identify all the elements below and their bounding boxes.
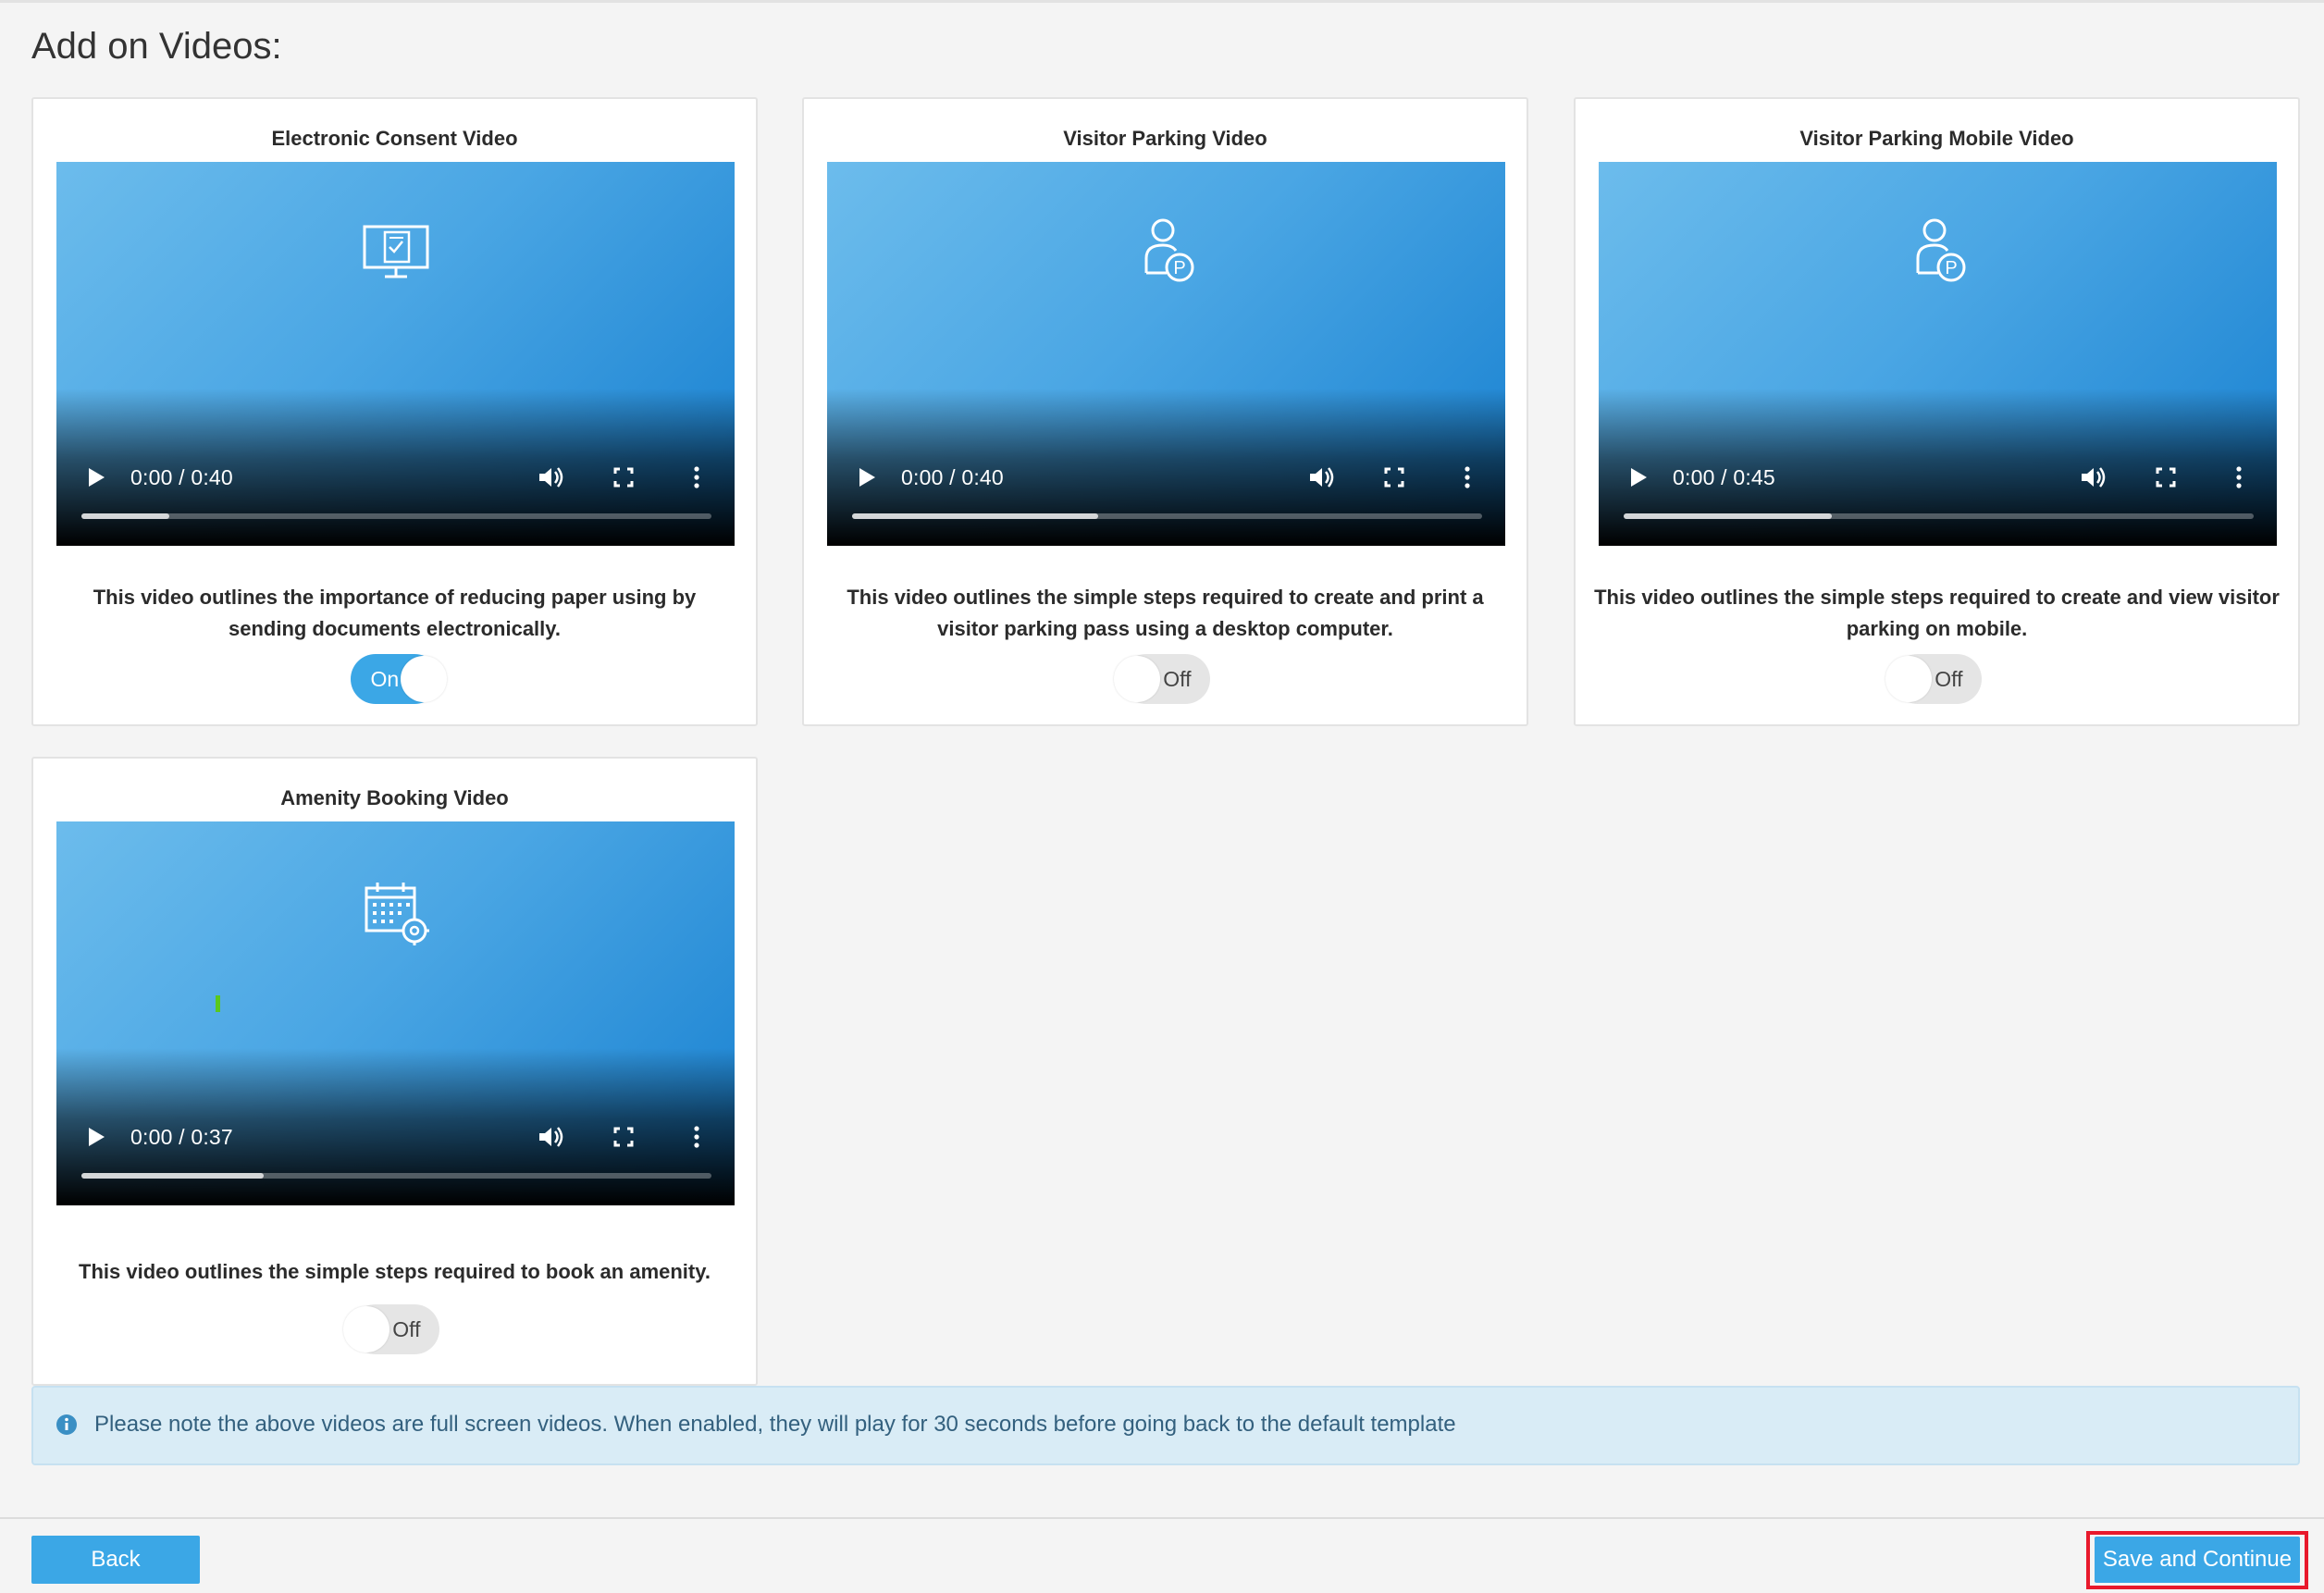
video-progress-bar[interactable] (1624, 513, 2254, 519)
video-player[interactable]: 0:00 / 0:40 (56, 162, 735, 546)
video-card-title: Visitor Parking Video (1063, 127, 1267, 150)
video-player[interactable]: P 0:00 / 0:40 (827, 162, 1505, 546)
video-toggle[interactable]: On (350, 654, 447, 704)
info-icon (56, 1414, 77, 1435)
video-player[interactable]: P 0:00 / 0:45 (1599, 162, 2277, 546)
svg-text:P: P (1945, 258, 1957, 278)
video-time: 0:00 / 0:45 (1673, 465, 1775, 489)
volume-icon[interactable] (534, 1120, 567, 1154)
video-description: This video outlines the simple steps req… (1594, 586, 2280, 640)
video-controls: 0:00 / 0:45 (1599, 444, 2277, 546)
fullscreen-icon[interactable] (2151, 463, 2181, 492)
video-card-title: Electronic Consent Video (271, 127, 518, 150)
note-text: Please note the above videos are full sc… (94, 1412, 1456, 1437)
video-toggle[interactable]: Off (342, 1304, 439, 1354)
video-time: 0:00 / 0:40 (130, 465, 233, 489)
more-options-icon[interactable] (682, 1122, 711, 1152)
play-icon[interactable] (80, 463, 110, 492)
video-controls: 0:00 / 0:37 (56, 1104, 735, 1205)
info-note: Please note the above videos are full sc… (31, 1386, 2300, 1465)
footer-divider (0, 1517, 2324, 1519)
back-button[interactable]: Back (31, 1536, 200, 1584)
video-progress-bar[interactable] (852, 513, 1482, 519)
video-controls: 0:00 / 0:40 (56, 444, 735, 546)
save-button-highlight: Save and Continue (2086, 1531, 2308, 1589)
monitor-document-icon (363, 225, 428, 278)
video-card-title: Visitor Parking Mobile Video (1799, 127, 2074, 150)
toggle-knob (400, 656, 447, 702)
video-toggle[interactable]: Off (1885, 654, 1982, 704)
video-card-visitor-parking-mobile: Visitor Parking Mobile Video P 0:00 / 0:… (1574, 97, 2300, 726)
toggle-knob (342, 1306, 389, 1352)
toggle-label: Off (1935, 667, 1963, 691)
person-parking-icon: P (1144, 218, 1193, 282)
video-progress-bar[interactable] (81, 1173, 711, 1179)
svg-text:P: P (1173, 258, 1185, 278)
video-toggle[interactable]: Off (1113, 654, 1210, 704)
video-card-amenity-booking: Amenity Booking Video 0:00 / 0:37 This v… (31, 757, 758, 1386)
volume-icon[interactable] (1304, 461, 1338, 494)
video-controls: 0:00 / 0:40 (827, 444, 1505, 546)
toggle-knob (1113, 656, 1160, 702)
video-player[interactable]: 0:00 / 0:37 (56, 821, 735, 1205)
video-card-electronic-consent: Electronic Consent Video 0:00 / 0:40 Thi… (31, 97, 758, 726)
person-parking-icon: P (1916, 218, 1965, 282)
toggle-knob (1885, 656, 1932, 702)
fullscreen-icon[interactable] (609, 1122, 638, 1152)
more-options-icon[interactable] (2224, 463, 2254, 492)
fullscreen-icon[interactable] (1379, 463, 1409, 492)
video-description: This video outlines the importance of re… (93, 586, 697, 640)
play-icon[interactable] (1623, 463, 1652, 492)
volume-icon[interactable] (2076, 461, 2109, 494)
video-description: This video outlines the simple steps req… (79, 1260, 711, 1283)
page-title: Add on Videos: (31, 26, 282, 67)
more-options-icon[interactable] (682, 463, 711, 492)
volume-icon[interactable] (534, 461, 567, 494)
save-and-continue-button[interactable]: Save and Continue (2095, 1537, 2300, 1583)
toggle-label: Off (392, 1317, 421, 1341)
video-card-visitor-parking: Visitor Parking Video P 0:00 / 0:40 This… (802, 97, 1528, 726)
fullscreen-icon[interactable] (609, 463, 638, 492)
video-time: 0:00 / 0:40 (901, 465, 1004, 489)
loading-indicator (216, 995, 220, 1012)
video-card-title: Amenity Booking Video (280, 786, 509, 809)
more-options-icon[interactable] (1452, 463, 1482, 492)
video-progress-bar[interactable] (81, 513, 711, 519)
top-divider (0, 0, 2324, 3)
video-time: 0:00 / 0:37 (130, 1125, 233, 1149)
toggle-label: On (370, 667, 400, 691)
video-description: This video outlines the simple steps req… (847, 586, 1484, 640)
calendar-gear-icon (365, 883, 429, 945)
play-icon[interactable] (851, 463, 881, 492)
play-icon[interactable] (80, 1122, 110, 1152)
toggle-label: Off (1163, 667, 1192, 691)
